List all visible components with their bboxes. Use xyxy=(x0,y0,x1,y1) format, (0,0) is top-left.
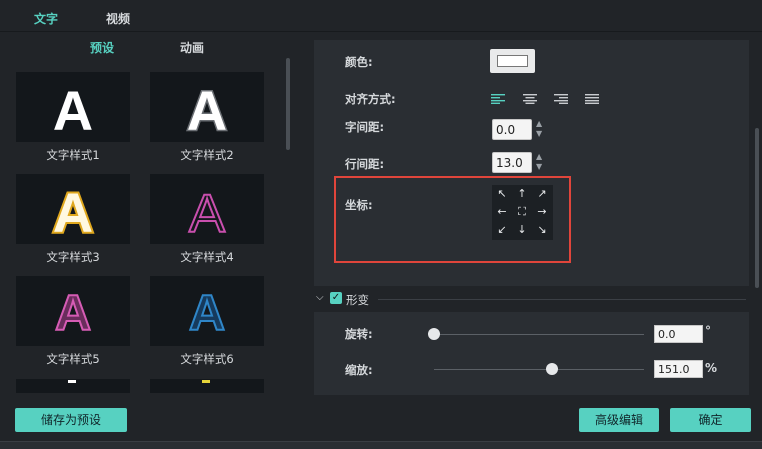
align-center-icon[interactable] xyxy=(523,94,537,104)
subtab-preset[interactable]: 预设 xyxy=(90,39,114,56)
top-tab-bar: 文字 视频 xyxy=(0,0,762,32)
tab-text[interactable]: 文字 xyxy=(34,10,58,27)
text-style-3[interactable]: A 文字样式3 xyxy=(16,174,130,265)
save-preset-button[interactable]: 储存为预设 xyxy=(15,408,127,432)
align-right-icon[interactable] xyxy=(554,94,568,104)
text-style-4-preview: A xyxy=(150,174,264,244)
rotate-slider-track[interactable] xyxy=(434,334,644,335)
text-style-5-label: 文字样式5 xyxy=(46,352,100,366)
style-4-glyph: A xyxy=(189,184,225,244)
preset-pane: 预设 动画 A 文字样式1 A 文字样式2 A 文字样式3 A 文字样式4 A … xyxy=(0,33,298,393)
scale-unit: % xyxy=(705,361,718,375)
transform-section-header: ⌵ ✓ 形变 xyxy=(316,292,746,307)
color-swatch[interactable] xyxy=(490,49,535,73)
text-style-1-preview: A xyxy=(16,72,130,142)
arrow-bottom-right-icon[interactable]: ↘ xyxy=(532,221,552,239)
letter-spacing-stepper-icon[interactable]: ▲ ▼ xyxy=(536,119,546,140)
text-style-6-preview: A xyxy=(150,276,264,346)
rotate-input[interactable]: 0.0 xyxy=(654,325,703,343)
text-style-2[interactable]: A 文字样式2 xyxy=(150,72,264,163)
preset-scrollbar[interactable] xyxy=(286,58,290,150)
text-style-6[interactable]: A 文字样式6 xyxy=(150,276,264,367)
style-6-glyph: A xyxy=(189,285,225,341)
arrow-down-icon[interactable]: ↓ xyxy=(512,221,532,239)
arrow-up-icon[interactable]: ↑ xyxy=(512,185,532,203)
arrow-right-icon[interactable]: → xyxy=(532,203,552,221)
scale-slider-knob[interactable] xyxy=(545,363,558,375)
scale-input[interactable]: 151.0 xyxy=(654,360,703,378)
align-label: 对齐方式: xyxy=(345,92,396,106)
arrow-left-icon[interactable]: ← xyxy=(492,203,512,221)
text-style-1[interactable]: A 文字样式1 xyxy=(16,72,130,163)
arrow-top-right-icon[interactable]: ↗ xyxy=(532,185,552,203)
text-style-8-preview[interactable] xyxy=(150,379,264,393)
line-spacing-stepper-icon[interactable]: ▲ ▼ xyxy=(536,152,546,173)
text-style-4-label: 文字样式4 xyxy=(180,250,234,264)
text-style-6-label: 文字样式6 xyxy=(180,352,234,366)
arrow-bottom-left-icon[interactable]: ↙ xyxy=(492,221,512,239)
text-properties-panel: 颜色: 对齐方式: 字间距: 0.0 ▲ ▼ 行间距: 13.0 ▲ ▼ 坐标: ↖ xyxy=(314,40,749,286)
text-style-5[interactable]: A 文字样式5 xyxy=(16,276,130,367)
position-grid: ↖ ↑ ↗ ← ⛶ → ↙ ↓ ↘ xyxy=(492,185,553,240)
style-7-glyph-top xyxy=(68,380,76,383)
letter-spacing-label: 字间距: xyxy=(345,120,385,134)
rotate-slider-knob[interactable] xyxy=(428,328,440,340)
text-style-4[interactable]: A 文字样式4 xyxy=(150,174,264,265)
color-swatch-fill xyxy=(497,55,528,67)
text-style-7-preview[interactable] xyxy=(16,379,130,393)
window-bottom-edge xyxy=(0,441,762,449)
align-justify-icon[interactable] xyxy=(585,94,599,104)
subtab-animation[interactable]: 动画 xyxy=(180,39,204,56)
ok-button[interactable]: 确定 xyxy=(670,408,751,432)
text-style-5-preview: A xyxy=(16,276,130,346)
coordinate-label: 坐标: xyxy=(345,198,373,212)
property-scrollbar[interactable] xyxy=(755,128,759,288)
scale-slider-track[interactable] xyxy=(434,369,644,370)
style-3-glyph: A xyxy=(53,181,93,244)
text-style-3-label: 文字样式3 xyxy=(46,250,100,264)
tab-video[interactable]: 视频 xyxy=(106,10,130,27)
scale-label: 缩放: xyxy=(345,363,373,377)
style-1-glyph: A xyxy=(53,79,93,142)
rotate-label: 旋转: xyxy=(345,327,373,341)
text-style-1-label: 文字样式1 xyxy=(46,148,100,162)
align-left-icon[interactable] xyxy=(491,94,505,104)
transform-checkbox[interactable]: ✓ xyxy=(330,292,342,304)
section-divider xyxy=(378,299,746,300)
chevron-down-icon[interactable]: ⌵ xyxy=(316,292,324,303)
letter-spacing-input[interactable]: 0.0 xyxy=(492,119,532,140)
style-8-glyph-top xyxy=(202,380,210,383)
text-style-3-preview: A xyxy=(16,174,130,244)
line-spacing-label: 行间距: xyxy=(345,157,385,171)
advanced-edit-button[interactable]: 高级编辑 xyxy=(579,408,659,432)
text-style-2-preview: A xyxy=(150,72,264,142)
text-style-2-label: 文字样式2 xyxy=(180,148,234,162)
arrow-top-left-icon[interactable]: ↖ xyxy=(492,185,512,203)
style-5-glyph: A xyxy=(55,285,91,341)
transform-title: 形变 xyxy=(346,293,369,307)
center-focus-icon[interactable]: ⛶ xyxy=(512,203,532,221)
color-label: 颜色: xyxy=(345,55,373,69)
line-spacing-input[interactable]: 13.0 xyxy=(492,152,532,173)
rotate-unit: ° xyxy=(705,324,711,338)
style-2-glyph: A xyxy=(187,79,227,142)
